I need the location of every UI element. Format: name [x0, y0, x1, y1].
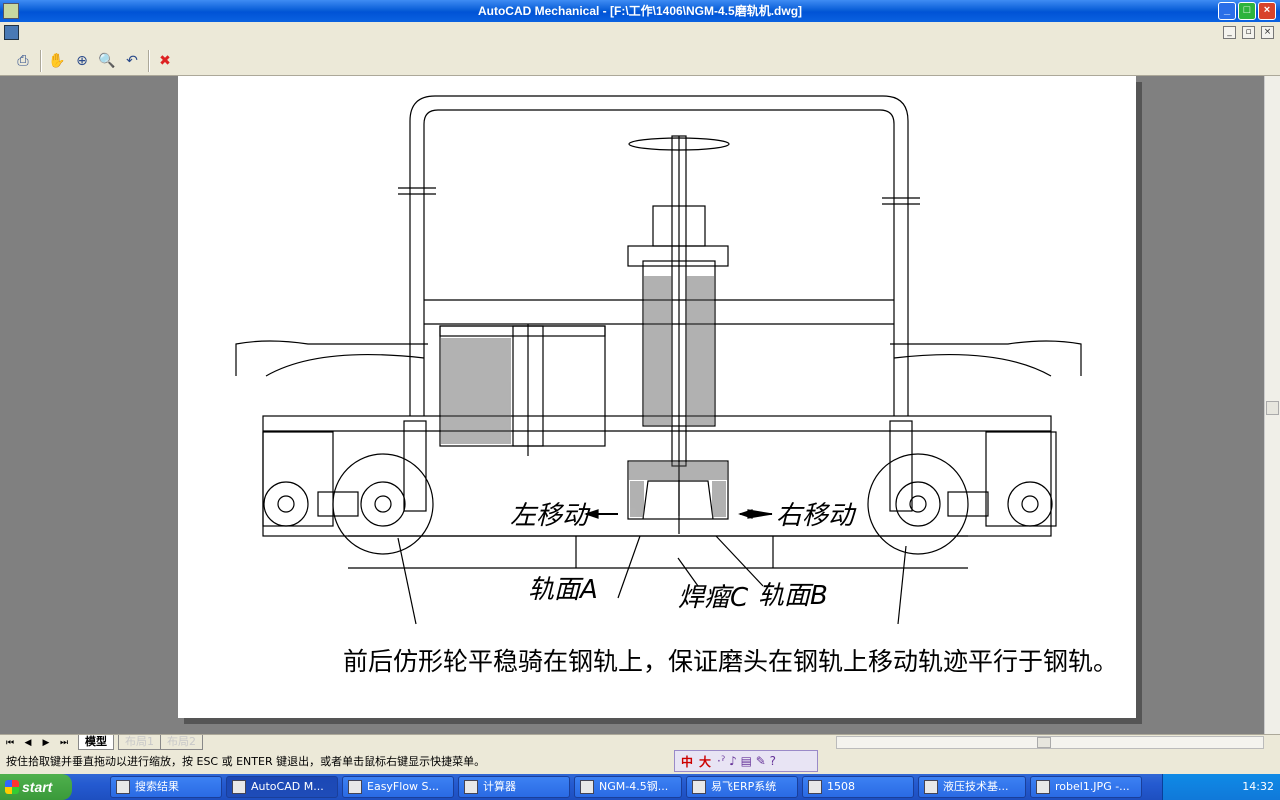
autocad-app-icon[interactable]: [3, 3, 19, 19]
toolbar-separator: [40, 50, 42, 72]
folder-icon: [808, 780, 822, 794]
start-button[interactable]: start: [0, 774, 72, 800]
tab-nav-first-button[interactable]: ⏮: [4, 737, 16, 749]
tab-nav-prev-button[interactable]: ◀: [22, 737, 34, 749]
preview-toolbar: ⎙ ✋ ⊕ 🔍 ↶ ✖: [0, 44, 1280, 76]
label-rail-a: 轨面A: [528, 575, 598, 605]
tab-nav-last-button[interactable]: ⏭: [58, 737, 70, 749]
minimize-button[interactable]: _: [1218, 2, 1236, 20]
close-button[interactable]: ×: [1258, 2, 1276, 20]
search-icon: [116, 780, 130, 794]
autocad-icon: [232, 780, 246, 794]
window-titlebar[interactable]: AutoCAD Mechanical - [F:\工作\1406\NGM-4.5…: [0, 0, 1280, 22]
plot-icon[interactable]: ⎙: [12, 50, 34, 72]
close-preview-icon[interactable]: ✖: [154, 50, 176, 72]
horizontal-scroll-thumb[interactable]: [1037, 737, 1051, 748]
label-rail-b: 轨面B: [758, 581, 828, 611]
command-status-bar: 按住拾取键并垂直拖动以进行缩放，按 ESC 或 ENTER 键退出，或者单击鼠标…: [0, 750, 1280, 774]
command-prompt-text: 按住拾取键并垂直拖动以进行缩放，按 ESC 或 ENTER 键退出，或者单击鼠标…: [6, 755, 486, 768]
horizontal-scrollbar[interactable]: [836, 736, 1264, 749]
ie-icon: [348, 780, 362, 794]
calculator-icon: [464, 780, 478, 794]
drawing-canvas[interactable]: 左移动 右移动 轨面A 焊瘤C 轨面B 前后仿形轮平稳骑在钢轨上，保证磨头在钢轨…: [0, 76, 1264, 734]
toolbar-separator: [148, 50, 150, 72]
doc-close-button[interactable]: ×: [1261, 26, 1274, 39]
doc-minimize-button[interactable]: _: [1223, 26, 1236, 39]
powerpoint-icon: [924, 780, 938, 794]
tab-nav-next-button[interactable]: ▶: [40, 737, 52, 749]
ime-toolbar[interactable]: 中 大 ·ˀ ♪ ▤ ✎ ?: [674, 750, 818, 772]
task-calculator[interactable]: 计算器: [458, 776, 570, 798]
vertical-scrollbar[interactable]: [1264, 76, 1280, 734]
erp-icon: [692, 780, 706, 794]
label-weld-c: 焊瘤C: [678, 583, 749, 613]
window-title: AutoCAD Mechanical - [F:\工作\1406\NGM-4.5…: [477, 4, 803, 18]
label-left-move: 左移动: [510, 501, 591, 531]
task-search-results[interactable]: 搜索结果: [110, 776, 222, 798]
windows-taskbar: start 搜索结果 AutoCAD M... EasyFlow S... 计算…: [0, 774, 1280, 800]
start-label: start: [22, 779, 53, 795]
task-word-doc[interactable]: NGM-4.5钢...: [574, 776, 682, 798]
drawing-caption: 前后仿形轮平稳骑在钢轨上，保证磨头在钢轨上移动轨迹平行于钢轨。: [343, 647, 1118, 676]
maximize-button[interactable]: □: [1238, 2, 1256, 20]
zoom-previous-icon[interactable]: ↶: [121, 50, 143, 72]
document-icon[interactable]: [4, 25, 19, 40]
tab-model[interactable]: 模型: [78, 735, 114, 750]
task-folder-1508[interactable]: 1508: [802, 776, 914, 798]
image-icon: [1036, 780, 1050, 794]
vertical-scroll-thumb[interactable]: [1266, 401, 1279, 415]
system-tray[interactable]: 14:32: [1162, 774, 1280, 800]
task-autocad[interactable]: AutoCAD M...: [226, 776, 338, 798]
layout-tab-bar: ⏮ ◀ ▶ ⏭ 模型 布局1 布局2: [0, 734, 1280, 750]
label-right-move: 右移动: [776, 501, 857, 531]
zoom-window-icon[interactable]: 🔍: [96, 50, 118, 72]
ime-chinese-mode[interactable]: 中: [681, 753, 693, 770]
task-easyflow[interactable]: EasyFlow S...: [342, 776, 454, 798]
ime-extra-icons[interactable]: ·ˀ ♪ ▤ ✎ ?: [717, 754, 776, 768]
task-powerpoint[interactable]: 液压技术基...: [918, 776, 1026, 798]
paper-sheet: 左移动 右移动 轨面A 焊瘤C 轨面B 前后仿形轮平稳骑在钢轨上，保证磨头在钢轨…: [178, 76, 1136, 718]
pan-icon[interactable]: ✋: [46, 50, 68, 72]
menu-bar: _ ▫ ×: [0, 22, 1280, 44]
task-erp[interactable]: 易飞ERP系统: [686, 776, 798, 798]
tab-layout2[interactable]: 布局2: [160, 735, 203, 750]
zoom-realtime-icon[interactable]: ⊕: [71, 50, 93, 72]
tab-layout1[interactable]: 布局1: [118, 735, 161, 750]
tray-clock[interactable]: 14:32: [1242, 780, 1274, 793]
task-image-viewer[interactable]: robel1.JPG -...: [1030, 776, 1142, 798]
ime-full-width[interactable]: 大: [699, 753, 711, 770]
doc-restore-button[interactable]: ▫: [1242, 26, 1255, 39]
cad-drawing: 左移动 右移动 轨面A 焊瘤C 轨面B 前后仿形轮平稳骑在钢轨上，保证磨头在钢轨…: [235, 95, 1118, 676]
word-icon: [580, 780, 594, 794]
windows-flag-icon: [5, 780, 19, 794]
